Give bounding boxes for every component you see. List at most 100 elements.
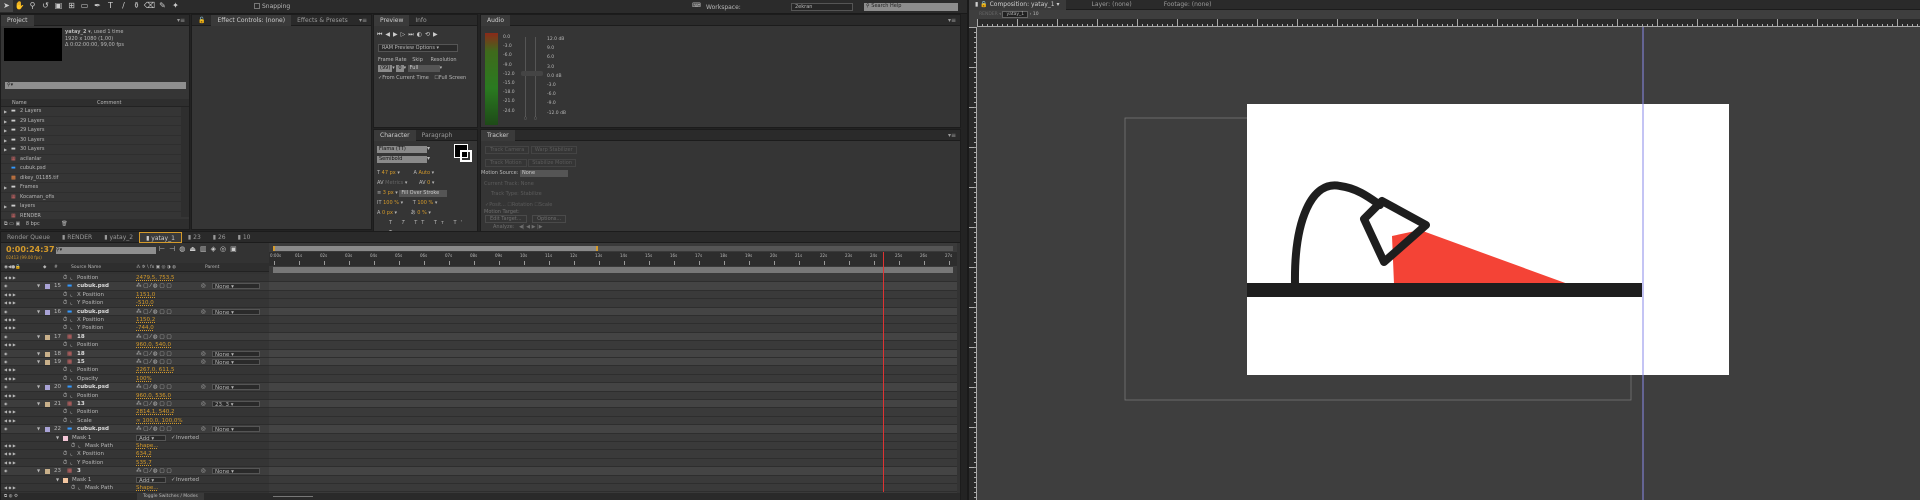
- stopwatch-icon[interactable]: ⏱: [63, 408, 67, 416]
- bpc-label[interactable]: 8 bpc: [26, 221, 40, 227]
- layer-row[interactable]: ◉ ▼ 15 ▬ cubuk.psd ⁂ ▢ ⁄ ◍ ▢ ▢ ◎ None ▾: [1, 282, 269, 291]
- label-color[interactable]: [45, 385, 50, 391]
- stopwatch-icon[interactable]: ⏱: [63, 341, 67, 349]
- property-track[interactable]: [269, 433, 957, 442]
- track-motion-button[interactable]: Track Motion: [485, 159, 527, 167]
- layer-row[interactable]: ◉ ▼ 21 ▦ 13 ⁂ ▢ ⁄ ◍ ▢ ▢ ◎ 23. 3 ▾: [1, 400, 269, 409]
- keyframe-nav-icon[interactable]: ◉: [4, 467, 8, 475]
- property-track[interactable]: [269, 391, 957, 400]
- property-value[interactable]: 100%: [136, 375, 152, 383]
- keyframe-nav-icon[interactable]: ◀ ◆ ▶: [4, 341, 16, 349]
- label-color[interactable]: [45, 334, 50, 340]
- pen-tool-icon[interactable]: ✒: [91, 0, 104, 12]
- layer-track[interactable]: [269, 282, 957, 291]
- keyframe-nav-icon[interactable]: ◀ ◆ ▶: [4, 408, 16, 416]
- keyframe-nav-icon[interactable]: ◀ ◆ ▶: [4, 316, 16, 324]
- property-value[interactable]: 2479,5, 753,5: [136, 274, 175, 282]
- keyframe-nav-icon[interactable]: ◉: [4, 282, 8, 290]
- panel-menu-icon[interactable]: ▾≡: [948, 17, 956, 24]
- layer-row[interactable]: ◉ ▼ 19 ▦ 15 ⁂ ▢ ⁄ ◍ ▢ ▢ ◎ None ▾: [1, 358, 269, 367]
- project-item[interactable]: ▶ ▬ 30 Layers: [1, 145, 181, 155]
- tab-info[interactable]: Info: [409, 15, 432, 26]
- layer-switches[interactable]: ⁂ ▢ ⁄ ◍ ▢ ▢: [136, 308, 172, 316]
- graph-editor-icon[interactable]: ◎: [220, 245, 230, 253]
- layer-switches[interactable]: ⁂ ▢ ⁄ ◍ ▢ ▢: [136, 333, 172, 341]
- stopwatch-icon[interactable]: ⏱: [63, 392, 67, 400]
- mask-color[interactable]: [63, 435, 68, 441]
- property-row[interactable]: ◀ ◆ ▶ ⏱ ⌞ Position 2479,5, 753,5: [1, 274, 269, 283]
- tab-effect-controls[interactable]: Effect Controls: (none): [211, 14, 292, 26]
- property-row[interactable]: ◀ ◆ ▶ ⏱ ⌞ Y Position 535,7: [1, 458, 269, 468]
- play-icon[interactable]: ▶: [393, 31, 401, 38]
- property-row[interactable]: ◀ ◆ ▶ ⏱ ⌞ Scale ∞ 100,0, 100,0%: [1, 416, 269, 426]
- layer-switches[interactable]: ⁂ ▢ ⁄ ◍ ▢ ▢: [136, 383, 172, 391]
- keyframe-nav-icon[interactable]: ◉: [4, 400, 8, 408]
- selection-tool-icon[interactable]: ➤: [0, 0, 13, 12]
- label-color[interactable]: [45, 309, 50, 315]
- comp-mini-flowchart-icon[interactable]: ⊢⊣: [159, 245, 179, 253]
- property-row[interactable]: ◀ ◆ ▶ ⏱ ⌞ X Position 634,2: [1, 450, 269, 459]
- leading-value[interactable]: Auto: [418, 170, 430, 176]
- workspace-select[interactable]: 2ekran: [791, 3, 853, 11]
- stopwatch-icon[interactable]: ⏱: [63, 417, 67, 425]
- stabilize-motion-button[interactable]: Stabilize Motion: [528, 159, 576, 167]
- ram-preview-select[interactable]: RAM Preview Options ▾: [378, 44, 458, 52]
- parent-pickwhip-icon[interactable]: ◎: [201, 467, 206, 475]
- keyframe-nav-icon[interactable]: ◀ ◆ ▶: [4, 442, 16, 450]
- frame-rate-field[interactable]: (99): [378, 65, 393, 72]
- expand-arrow-icon[interactable]: ▶: [4, 117, 7, 127]
- panel-menu-icon[interactable]: ▾≡: [948, 132, 956, 139]
- parent-pickwhip-icon[interactable]: ◎: [201, 383, 206, 391]
- stopwatch-icon[interactable]: ⏱: [63, 291, 67, 299]
- audio-icon[interactable]: ◐: [417, 31, 425, 38]
- stopwatch-icon[interactable]: ⏱: [63, 274, 67, 282]
- parent-select[interactable]: None ▾: [212, 426, 260, 433]
- tab-timeline-yatay_1[interactable]: ▮ yatay_1: [139, 231, 182, 243]
- stopwatch-icon[interactable]: ⏱: [63, 299, 67, 307]
- project-item[interactable]: ▶ ▬ layers: [1, 202, 181, 212]
- layer-track[interactable]: [269, 467, 957, 476]
- project-item[interactable]: ▩ dikey_01185.tif: [1, 174, 181, 183]
- layer-track[interactable]: [269, 400, 957, 409]
- layer-switches[interactable]: ⁂ ▢ ⁄ ◍ ▢ ▢: [136, 350, 172, 358]
- search-help-input[interactable]: ⚲ Search Help: [864, 3, 958, 11]
- layer-switches[interactable]: ⁂ ▢ ⁄ ◍ ▢ ▢: [136, 282, 172, 290]
- project-item[interactable]: ▦ acilanlar: [1, 155, 181, 164]
- edit-target-button[interactable]: Edit Target...: [485, 215, 527, 223]
- panel-menu-icon[interactable]: ▾≡: [359, 17, 367, 24]
- keyframe-nav-icon[interactable]: ◉: [4, 383, 8, 391]
- expand-arrow-icon[interactable]: ▼: [37, 467, 40, 475]
- track-type-select[interactable]: Stabilize: [520, 191, 541, 197]
- tsume-value[interactable]: 0 %: [417, 210, 427, 216]
- gain-slider-left[interactable]: [525, 37, 526, 117]
- analyze-back-icon[interactable]: ◀: [526, 224, 530, 230]
- property-row[interactable]: ◀ ◆ ▶ ⏱ ⌞ Opacity 100%: [1, 374, 269, 384]
- layer-track[interactable]: [269, 358, 957, 367]
- property-value[interactable]: 960,0, 540,0: [136, 341, 171, 349]
- mask-mode-select[interactable]: Add ▾: [136, 476, 166, 484]
- property-track[interactable]: [269, 450, 957, 459]
- property-track[interactable]: [269, 484, 957, 493]
- keyframe-nav-icon[interactable]: ◉: [4, 358, 8, 366]
- project-item[interactable]: ▬ cubuk.psd: [1, 164, 181, 174]
- layer-switches[interactable]: ⁂ ▢ ⁄ ◍ ▢ ▢: [136, 400, 172, 408]
- rotation-checkbox[interactable]: Rotation: [512, 202, 533, 208]
- col-parent[interactable]: Parent: [205, 263, 219, 272]
- tab-character[interactable]: Character: [374, 129, 416, 141]
- expand-arrow-icon[interactable]: ▶: [4, 183, 7, 193]
- keyframe-nav-icon[interactable]: ◀ ◆ ▶: [4, 291, 16, 299]
- property-row[interactable]: ◀ ◆ ▶ ⏱ ⌞ Position 2267,0, 611,5: [1, 366, 269, 375]
- tab-preview[interactable]: Preview: [374, 14, 410, 26]
- stopwatch-icon[interactable]: ⏱: [63, 375, 67, 383]
- tab-audio[interactable]: Audio: [481, 14, 511, 26]
- project-item[interactable]: ▶ ▬ Frames: [1, 183, 181, 193]
- property-value[interactable]: 634,2: [136, 450, 152, 458]
- expand-arrow-icon[interactable]: ▼: [56, 476, 59, 484]
- layer-switches[interactable]: ⁂ ▢ ⁄ ◍ ▢ ▢: [136, 467, 172, 475]
- property-row[interactable]: ◀ ◆ ▶ ⏱ ⌞ X Position 1151,0: [1, 290, 269, 300]
- expand-arrow-icon[interactable]: ▼: [37, 383, 40, 391]
- snapping-checkbox[interactable]: [254, 3, 260, 9]
- skip-field[interactable]: 0: [396, 65, 404, 72]
- property-value[interactable]: 2267,0, 611,5: [136, 366, 175, 374]
- layer-switches[interactable]: ⁂ ▢ ⁄ ◍ ▢ ▢: [136, 425, 172, 433]
